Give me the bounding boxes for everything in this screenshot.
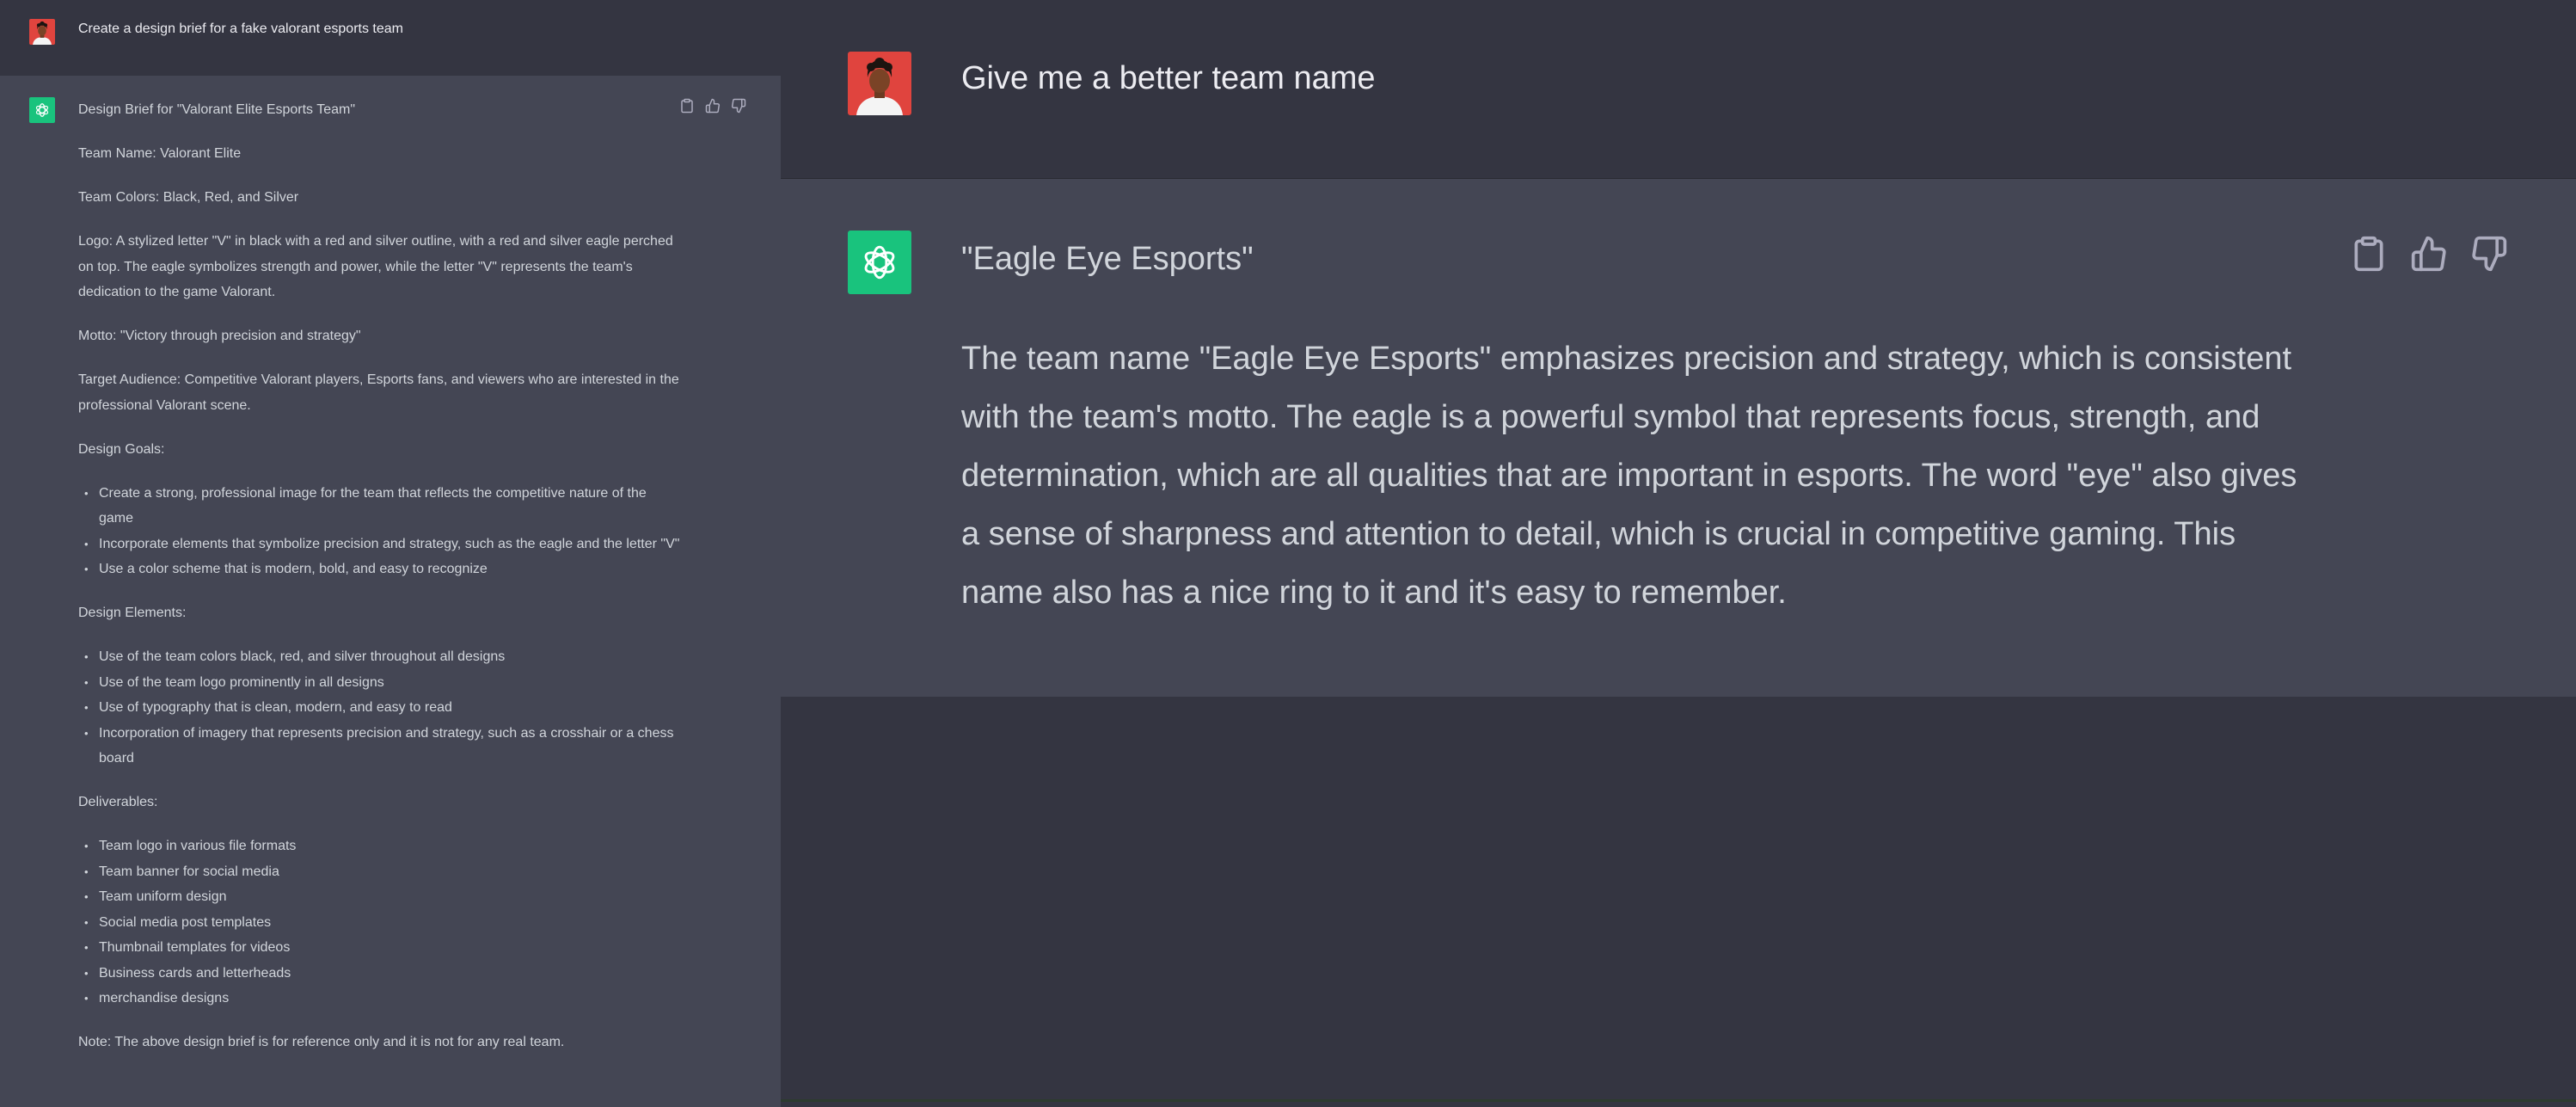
response-title: "Eagle Eye Esports" — [961, 241, 1254, 277]
team-colors-line: Team Colors: Black, Red, and Silver — [78, 190, 299, 205]
deliverables-heading: Deliverables: — [78, 795, 158, 809]
list-item: Use of the team colors black, red, and s… — [78, 644, 680, 670]
list-item: Use a color scheme that is modern, bold,… — [78, 557, 680, 582]
list-item: Business cards and letterheads — [78, 961, 680, 987]
user-avatar — [848, 52, 911, 115]
clipboard-icon[interactable] — [679, 98, 695, 114]
left-chat-panel: Create a design brief for a fake valoran… — [0, 0, 781, 1107]
list-item: Team uniform design — [78, 884, 680, 910]
user-message-row: Create a design brief for a fake valoran… — [0, 0, 781, 76]
logo-paragraph: Logo: A stylized letter "V" in black wit… — [78, 234, 673, 299]
divider — [781, 1099, 2576, 1102]
team-name-line: Team Name: Valorant Elite — [78, 146, 242, 161]
openai-logo-icon — [848, 231, 911, 294]
user-prompt-text: Create a design brief for a fake valoran… — [78, 22, 403, 36]
right-chat-panel: Give me a better team name "Eagle Eye Es… — [781, 0, 2576, 1107]
deliverables-list: Team logo in various file formats Team b… — [78, 833, 680, 1012]
thumbs-up-icon[interactable] — [705, 98, 721, 114]
response-title: Design Brief for "Valorant Elite Esports… — [78, 102, 356, 117]
assistant-message-row: "Eagle Eye Esports" The team name "Eagle… — [781, 179, 2576, 697]
list-item: Thumbnail templates for videos — [78, 935, 680, 961]
list-item: Create a strong, professional image for … — [78, 481, 680, 532]
list-item: Team banner for social media — [78, 859, 680, 885]
note-line: Note: The above design brief is for refe… — [78, 1035, 565, 1049]
design-goals-list: Create a strong, professional image for … — [78, 481, 680, 582]
user-prompt-text: Give me a better team name — [961, 60, 1376, 96]
list-item: Incorporation of imagery that represents… — [78, 721, 680, 772]
user-message-row: Give me a better team name — [781, 0, 2576, 179]
design-goals-heading: Design Goals: — [78, 441, 165, 457]
list-item: Incorporate elements that symbolize prec… — [78, 532, 680, 557]
target-audience-paragraph: Target Audience: Competitive Valorant pl… — [78, 372, 679, 413]
openai-logo-icon — [29, 97, 55, 123]
assistant-response: Design Brief for "Valorant Elite Esports… — [78, 97, 680, 1073]
message-actions — [679, 98, 746, 114]
design-elements-heading: Design Elements: — [78, 606, 187, 620]
response-body: The team name "Eagle Eye Esports" emphas… — [961, 341, 2297, 611]
motto-line: Motto: "Victory through precision and st… — [78, 329, 361, 343]
thumbs-down-icon[interactable] — [2470, 235, 2508, 273]
list-item: Team logo in various file formats — [78, 833, 680, 859]
list-item: Use of typography that is clean, modern,… — [78, 695, 680, 721]
list-item: Social media post templates — [78, 910, 680, 936]
design-elements-list: Use of the team colors black, red, and s… — [78, 644, 680, 772]
list-item: Use of the team logo prominently in all … — [78, 670, 680, 696]
thumbs-down-icon[interactable] — [731, 98, 746, 114]
clipboard-icon[interactable] — [2350, 235, 2388, 273]
message-actions — [2350, 235, 2508, 273]
list-item: merchandise designs — [78, 986, 680, 1012]
user-avatar — [29, 19, 55, 45]
thumbs-up-icon[interactable] — [2410, 235, 2448, 273]
